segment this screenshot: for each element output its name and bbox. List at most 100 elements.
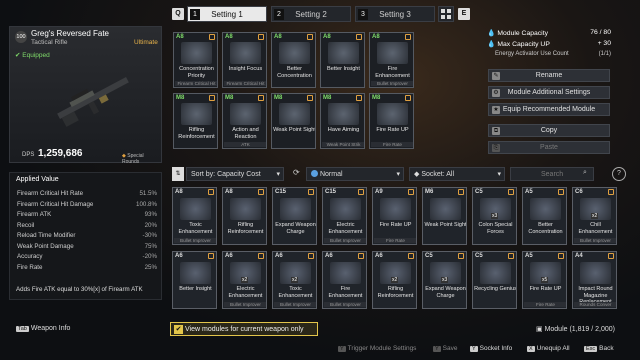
- unequip-all-hint[interactable]: X Unequip All: [527, 345, 570, 352]
- inventory-module-card[interactable]: A5 Better Concentration: [522, 187, 567, 245]
- activator-label: Energy Activator Use Count: [495, 51, 569, 57]
- inventory-module-card[interactable]: A8 Rifling Reinforcement: [222, 187, 267, 245]
- refresh-icon[interactable]: ⟳: [293, 168, 300, 177]
- equip-recommended-button[interactable]: ★ Equip Recommended Module: [488, 103, 610, 116]
- grid-view-icon[interactable]: [438, 6, 454, 22]
- stat-value: 93%: [144, 211, 157, 218]
- next-tab-key[interactable]: E: [458, 8, 470, 20]
- inventory-module-card[interactable]: C6 x2 Chill Enhancement Bullet Improver: [572, 187, 617, 245]
- equip-recommended-label: Equip Recommended Module: [502, 106, 596, 113]
- socket-type-icon: [209, 34, 215, 40]
- tab-label: Setting 3: [379, 10, 411, 19]
- module-art-icon: [180, 198, 211, 220]
- tier-dropdown[interactable]: Normal ▾: [306, 167, 404, 181]
- inventory-module-card[interactable]: A5 x5 Fire Rate UP Fire Rate: [522, 251, 567, 309]
- inventory-module-card[interactable]: A4Impact Round Magazine ReplacementRound…: [572, 251, 617, 309]
- module-art-icon: [480, 262, 511, 284]
- prev-tab-key[interactable]: Q: [172, 8, 184, 20]
- settings-label: Module Additional Settings: [507, 89, 591, 96]
- equipped-module-slot[interactable]: M8 Weak Point Sight: [271, 93, 316, 149]
- stat-value: 100.8%: [136, 200, 157, 208]
- module-name: Better Insight: [327, 66, 360, 72]
- weapon-info-button[interactable]: Tab Weapon Info: [16, 325, 70, 332]
- socket-info-hint[interactable]: Y Socket Info: [470, 345, 512, 352]
- socket-type-icon: [608, 189, 614, 195]
- module-art-icon: [377, 42, 408, 64]
- rename-button[interactable]: ✎ Rename: [488, 69, 610, 82]
- help-icon[interactable]: ?: [612, 167, 626, 181]
- inventory-module-card[interactable]: C15 Expand Weapon Charge: [272, 187, 317, 245]
- module-name: Weak Point Sight: [424, 222, 467, 228]
- equipped-module-slot[interactable]: A8 Concentration Priority Firearm Critical…: [173, 32, 218, 88]
- module-art-icon: [430, 198, 461, 220]
- socket-type-icon: [408, 253, 414, 259]
- module-art-icon: [230, 42, 261, 64]
- socket-type-icon: [558, 253, 564, 259]
- module-art-icon: [328, 42, 359, 64]
- save-hint[interactable]: Y Save: [433, 345, 458, 352]
- inventory-module-card[interactable]: A8 Toxic Enhancement Bullet Improver: [172, 187, 217, 245]
- equipped-module-slot[interactable]: M8 Fire Rate UP Fire Rate: [369, 93, 414, 149]
- equipped-module-slot[interactable]: M8 Rifling Reinforcement: [173, 93, 218, 149]
- back-hint[interactable]: Esc Back: [584, 345, 614, 352]
- equipped-module-slot[interactable]: A8 Better Insight: [320, 32, 365, 88]
- module-subtype: Bullet Improver: [224, 302, 266, 307]
- module-art-icon: [380, 198, 411, 220]
- inventory-module-card[interactable]: C15 Electric Enhancement Bullet Improver: [322, 187, 367, 245]
- sort-dropdown[interactable]: Sort by: Capacity Cost ▾: [186, 167, 284, 181]
- module-name: Have Aiming: [327, 127, 360, 133]
- sort-key-icon[interactable]: ⇅: [172, 167, 184, 181]
- trigger-module-settings-hint[interactable]: Y Trigger Module Settings: [338, 345, 416, 352]
- inventory-module-card[interactable]: A6 Better Insight: [172, 251, 217, 309]
- socket-type-icon: [258, 95, 264, 101]
- search-input[interactable]: Search: [510, 167, 594, 181]
- equipped-module-slot[interactable]: M8 Have Aiming Weak Point Strik: [320, 93, 365, 149]
- module-name: Rifling Reinforcement: [377, 286, 414, 299]
- dps-value: 1,259,686: [38, 148, 83, 159]
- stat-name: Accuracy: [17, 253, 43, 260]
- module-name: Concentration Priority: [179, 66, 214, 79]
- inventory-module-card[interactable]: A6 x2 Toxic Enhancement Bullet Improver: [272, 251, 317, 309]
- equipped-module-slot[interactable]: A8 Better Concentration: [271, 32, 316, 88]
- tab-setting-1[interactable]: 1 Setting 1: [187, 6, 267, 22]
- module-subtype: ATK: [224, 142, 266, 147]
- inventory-module-card[interactable]: A6 x2 Rifling Reinforcement: [372, 251, 417, 309]
- inventory-module-card[interactable]: A9 Fire Rate UP Fire Rate: [372, 187, 417, 245]
- inventory-module-card[interactable]: C5 Recycling Genius: [472, 251, 517, 309]
- inventory-module-card[interactable]: A6 Fire Enhancement Bullet Improver: [322, 251, 367, 309]
- socket-type-icon: [208, 253, 214, 259]
- tab-setting-2[interactable]: 2 Setting 2: [271, 6, 351, 22]
- tab-setting-3[interactable]: 3 Setting 3: [355, 6, 435, 22]
- equipped-module-slot[interactable]: A8 Fire Enhancement Bullet Improver: [369, 32, 414, 88]
- paste-button[interactable]: ⎘ Paste: [488, 141, 610, 154]
- hint-key: Esc: [584, 346, 598, 352]
- checkbox-checked-icon: ✔: [174, 325, 183, 334]
- ammo-type-label: Special Rounds: [122, 153, 144, 165]
- module-additional-settings-button[interactable]: ⚙ Module Additional Settings: [488, 86, 610, 99]
- module-art-icon: [230, 198, 261, 220]
- equipped-module-slot[interactable]: M8 Action and Reaction ATK: [222, 93, 267, 149]
- equipped-module-slot[interactable]: A8 Insight Focus Firearm Critical Hit: [222, 32, 267, 88]
- stat-row: Accuracy -20%: [17, 253, 157, 260]
- view-current-weapon-toggle[interactable]: ✔ View modules for current weapon only: [170, 322, 318, 336]
- inventory-module-card[interactable]: C5 x3 Colon Special Forces: [472, 187, 517, 245]
- module-art-icon: [330, 262, 361, 284]
- hint-label: Save: [442, 345, 458, 352]
- inventory-module-card[interactable]: M6 Weak Point Sight: [422, 187, 467, 245]
- stat-row: Reload Time Modifier -30%: [17, 232, 157, 239]
- tab-number: 2: [274, 9, 284, 20]
- hint-key: Y: [338, 346, 346, 352]
- module-name: Rifling Reinforcement: [227, 222, 264, 235]
- module-stack-count: x5: [541, 277, 549, 283]
- module-capacity: A8: [323, 34, 331, 40]
- module-capacity: M8: [372, 95, 381, 101]
- inventory-module-card[interactable]: A6 x2 Electric Enhancement Bullet Improver: [222, 251, 267, 309]
- socket-type-icon: [307, 34, 313, 40]
- search-icon[interactable]: ⌕: [583, 169, 587, 177]
- module-capacity: A8: [225, 189, 233, 195]
- copy-button[interactable]: ⧉ Copy: [488, 124, 610, 137]
- inventory-module-card[interactable]: C5 x3 Expand Weapon Charge: [422, 251, 467, 309]
- capacity-label: Module Capacity: [497, 30, 548, 37]
- socket-dropdown[interactable]: ◆ Socket: All ▾: [409, 167, 505, 181]
- module-capacity: M8: [225, 95, 234, 101]
